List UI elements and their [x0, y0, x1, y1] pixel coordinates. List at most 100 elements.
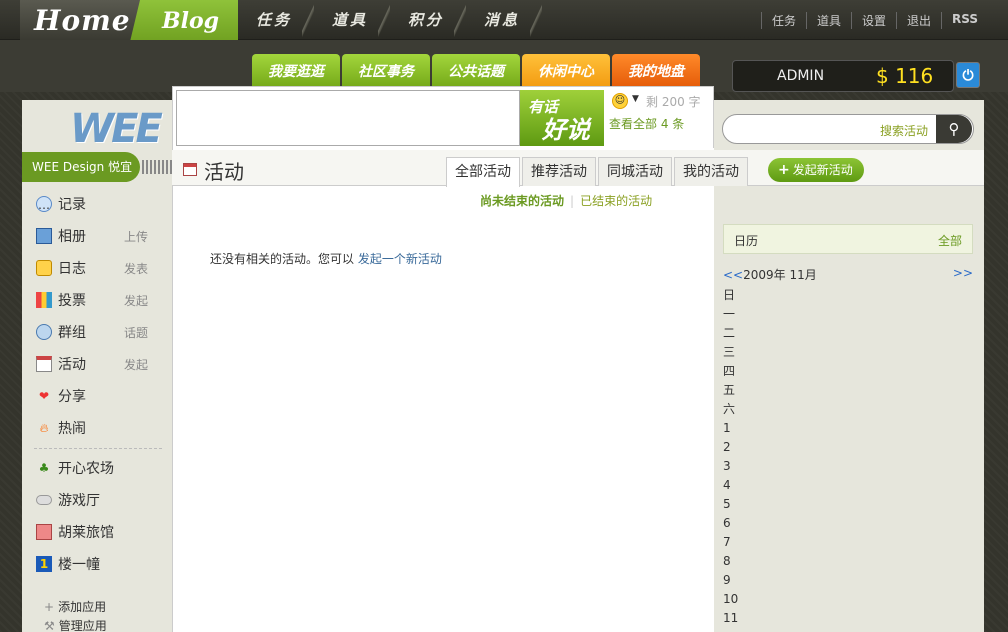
calendar-prev[interactable]: <<: [723, 268, 743, 282]
sidebar-item-label: 群组: [58, 325, 86, 341]
sidebar-item-album[interactable]: 相册 上传: [36, 220, 166, 252]
calendar-month: 2009年 11月: [743, 268, 817, 282]
arrow-dots: [142, 160, 172, 174]
sidebar-item-action[interactable]: 发表: [124, 260, 148, 277]
hotel-icon: [36, 524, 52, 540]
smiley-icon[interactable]: ☺: [612, 93, 628, 109]
view-all-link[interactable]: 查看全部 4 条: [609, 115, 684, 132]
activity-filter: 尚未结束的活动 | 已结束的活动: [480, 192, 652, 209]
char-remaining: 剩 200 字: [646, 95, 701, 109]
search-button[interactable]: ⚲: [936, 115, 972, 143]
toplink-tasks[interactable]: 任务: [760, 12, 806, 29]
site-button[interactable]: WEE Design 悦宜: [22, 152, 140, 182]
nav-tasks[interactable]: 任务: [238, 0, 315, 40]
toplink-rss[interactable]: RSS: [941, 12, 988, 29]
sidebar-menu: … 记录 相册 上传 日志 发表 投票 发起 群组 话题 活动 发起 ❤ 分享 …: [36, 188, 166, 444]
post-button-line2: 好说: [542, 116, 590, 144]
sidebar-item-action[interactable]: 发起: [124, 356, 148, 373]
subtab-leisure[interactable]: 休闲中心: [522, 54, 610, 88]
calendar-day[interactable]: 7: [723, 533, 738, 552]
sidebar-item-label: 分享: [58, 389, 86, 405]
building-icon: 1: [36, 556, 52, 572]
calendar-day[interactable]: 9: [723, 571, 738, 590]
weekday-label: 六: [723, 402, 736, 416]
post-textarea[interactable]: [176, 90, 520, 146]
tab-recommended[interactable]: 推荐活动: [522, 157, 596, 186]
calendar-day[interactable]: 10: [723, 590, 738, 609]
weekday-label: 四: [723, 364, 736, 378]
calendar-cells: 日 一 二 三 四 五 六 1 2 3 4 5 6 7 8 9 10 11: [723, 286, 738, 628]
tab-all[interactable]: 全部活动: [446, 157, 520, 187]
group-icon: [36, 324, 52, 340]
nav-points[interactable]: 积分: [390, 0, 467, 40]
subtab-my-space[interactable]: 我的地盘: [612, 54, 700, 88]
calendar-day[interactable]: 2: [723, 438, 738, 457]
subtab-topics[interactable]: 公共话题: [432, 54, 520, 88]
calendar-day[interactable]: 11: [723, 609, 738, 628]
manage-app-label: 管理应用: [58, 619, 107, 632]
weekday-label: 三: [723, 345, 736, 359]
calendar-all-link[interactable]: 全部: [938, 232, 962, 249]
sidebar-item-groups[interactable]: 群组 话题: [36, 316, 166, 348]
sidebar-item-label: 投票: [58, 293, 86, 309]
sprout-icon: ♣: [38, 461, 50, 475]
sidebar-item-label: 相册: [58, 229, 86, 245]
power-icon[interactable]: ⏻: [956, 62, 980, 88]
subtab-affairs[interactable]: 社区事务: [342, 54, 430, 88]
subtab-browse[interactable]: 我要逛逛: [252, 54, 340, 88]
sidebar-app-label: 开心农场: [58, 461, 114, 477]
sidebar-item-records[interactable]: … 记录: [36, 188, 166, 220]
new-activity-label: 发起新活动: [792, 163, 853, 177]
new-activity-button[interactable]: + 发起新活动: [768, 158, 864, 182]
sidebar-item-events[interactable]: 活动 发起: [36, 348, 166, 380]
create-activity-link[interactable]: 发起一个新活动: [358, 252, 442, 266]
sidebar-item-action[interactable]: 发起: [124, 292, 148, 309]
toplink-settings[interactable]: 设置: [850, 12, 896, 29]
calendar-next[interactable]: >>: [953, 266, 973, 280]
sidebar-item-journal[interactable]: 日志 发表: [36, 252, 166, 284]
post-button[interactable]: 有话 好说: [520, 90, 604, 146]
sidebar-app-building[interactable]: 1 楼一幢: [36, 548, 166, 580]
sidebar-item-action[interactable]: 话题: [124, 324, 148, 341]
wrench-icon: ⚒: [44, 618, 55, 632]
calendar-header: 日历 全部: [723, 224, 973, 254]
sidebar-app-farm[interactable]: ♣ 开心农场: [36, 452, 166, 484]
calendar-day[interactable]: 8: [723, 552, 738, 571]
toplink-logout[interactable]: 退出: [895, 12, 941, 29]
sidebar-item-label: 日志: [58, 261, 86, 277]
sidebar-app-games[interactable]: 游戏厅: [36, 484, 166, 516]
add-app-label: 添加应用: [58, 600, 107, 614]
calendar-day[interactable]: 4: [723, 476, 738, 495]
weekday-label: 二: [723, 326, 736, 340]
chevron-down-icon[interactable]: ▼: [632, 94, 639, 104]
sidebar-app-hotel[interactable]: 胡莱旅馆: [36, 516, 166, 548]
nav-messages[interactable]: 消息: [466, 0, 543, 40]
filter-ended[interactable]: 已结束的活动: [580, 194, 652, 208]
calendar-day[interactable]: 6: [723, 514, 738, 533]
photo-icon: [36, 228, 52, 244]
username[interactable]: ADMIN: [777, 68, 824, 84]
calendar-icon: [36, 356, 52, 372]
nav-items[interactable]: 道具: [314, 0, 391, 40]
add-app-link[interactable]: + 添加应用: [44, 598, 106, 615]
home-tab[interactable]: Home: [20, 0, 140, 40]
filter-ongoing[interactable]: 尚未结束的活动: [480, 194, 564, 208]
sidebar-divider: [34, 448, 162, 449]
weekday-label: 一: [723, 307, 736, 321]
user-box: ADMIN $ 116: [732, 60, 954, 92]
fire-icon: 🔥︎: [39, 421, 49, 435]
speech-bubble-icon: …: [36, 196, 52, 212]
sidebar-item-hot[interactable]: 🔥︎ 热闹: [36, 412, 166, 444]
calendar-day[interactable]: 5: [723, 495, 738, 514]
calendar-day[interactable]: 3: [723, 457, 738, 476]
manage-app-link[interactable]: ⚒ 管理应用: [44, 617, 107, 632]
search-placeholder: 搜索活动: [880, 124, 929, 138]
tab-mine[interactable]: 我的活动: [674, 157, 748, 186]
sidebar-item-label: 热闹: [58, 421, 86, 437]
sidebar-item-vote[interactable]: 投票 发起: [36, 284, 166, 316]
sidebar-item-action[interactable]: 上传: [124, 228, 148, 245]
tab-local[interactable]: 同城活动: [598, 157, 672, 186]
calendar-day[interactable]: 1: [723, 419, 738, 438]
toplink-items[interactable]: 道具: [805, 12, 851, 29]
sidebar-item-share[interactable]: ❤ 分享: [36, 380, 166, 412]
